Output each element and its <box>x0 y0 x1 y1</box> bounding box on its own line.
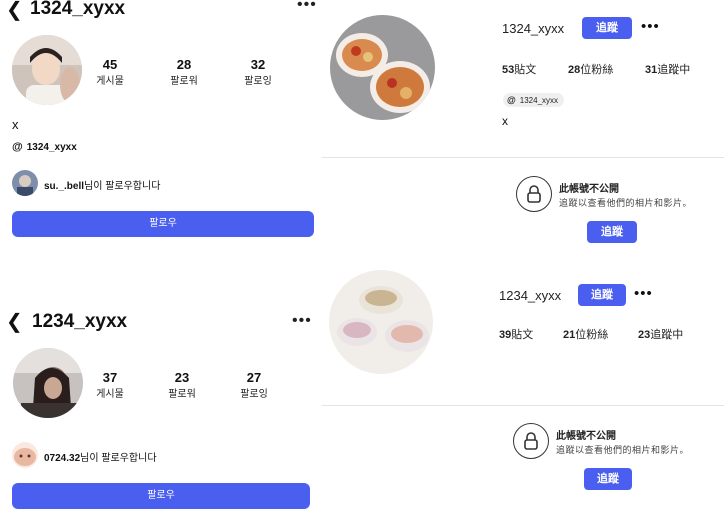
back-chevron-icon[interactable]: ❮ <box>6 0 23 22</box>
more-options-icon[interactable]: ••• <box>641 18 660 35</box>
follow-button[interactable]: 追蹤 <box>582 17 632 39</box>
followed-by-text: 0724.32님이 팔로우합니다 <box>44 449 157 464</box>
lock-icon <box>513 423 549 459</box>
profile-username: 1234_xyxx <box>499 288 562 303</box>
more-options-icon[interactable]: ••• <box>297 0 317 14</box>
stat-followers[interactable]: 28位粉絲 <box>568 61 613 77</box>
follower-avatar <box>12 170 38 196</box>
followers-count: 21 <box>563 329 576 341</box>
profile-avatar[interactable] <box>330 15 435 120</box>
following-label: 追蹤中 <box>657 64 691 76</box>
followers-count: 28 <box>568 64 581 76</box>
private-subtitle: 追蹤以查看他們的相片和影片。 <box>556 445 690 455</box>
stat-followers-label[interactable]: 팔로워 <box>152 385 212 400</box>
posts-label: 貼文 <box>511 329 534 341</box>
section-divider <box>322 405 724 406</box>
profile-avatar[interactable] <box>13 348 83 418</box>
stat-followers-count[interactable]: 28 <box>154 57 214 72</box>
profile-username: 1324_xyxx <box>502 21 565 36</box>
followers-label: 位粉絲 <box>580 64 614 76</box>
followed-by-suffix: 님이 팔로우합니다 <box>84 181 161 192</box>
profile-bio: x <box>12 117 19 132</box>
posts-count: 39 <box>499 329 512 341</box>
posts-label: 貼文 <box>514 64 537 76</box>
stat-following-label[interactable]: 팔로잉 <box>224 385 284 400</box>
followed-by-suffix: 님이 팔로우합니다 <box>80 453 157 464</box>
private-subtitle: 追蹤以查看他們的相片和影片。 <box>559 198 693 208</box>
private-title: 此帳號不公開 <box>559 184 619 195</box>
threads-link[interactable]: @ 1324_xyxx <box>503 93 565 107</box>
more-options-icon[interactable]: ••• <box>634 285 653 302</box>
back-chevron-icon[interactable]: ❮ <box>6 309 23 334</box>
private-follow-button[interactable]: 追蹤 <box>587 221 637 243</box>
profile-avatar[interactable] <box>329 270 433 374</box>
profile-avatar[interactable] <box>12 35 82 105</box>
followed-by-name[interactable]: su._.bell <box>44 181 84 192</box>
follow-button[interactable]: 追蹤 <box>578 284 626 306</box>
stat-followers[interactable]: 21位粉絲 <box>563 326 608 342</box>
stat-followers-label[interactable]: 팔로워 <box>154 72 214 87</box>
threads-link[interactable]: @ 1324_xyxx <box>12 141 77 153</box>
follow-button[interactable]: 팔로우 <box>12 483 310 509</box>
follow-button[interactable]: 팔로우 <box>12 211 314 237</box>
stat-following-label[interactable]: 팔로잉 <box>228 72 288 87</box>
private-title: 此帳號不公開 <box>556 431 616 442</box>
following-label: 追蹤中 <box>650 329 684 341</box>
stat-posts-label: 게시물 <box>96 389 124 400</box>
profile-username: 1324_xyxx <box>30 0 126 19</box>
more-options-icon[interactable]: ••• <box>292 312 312 330</box>
following-count: 23 <box>638 329 651 341</box>
following-count: 31 <box>645 64 658 76</box>
stat-posts-label: 게시물 <box>96 76 124 87</box>
threads-handle: 1324_xyxx <box>519 95 559 105</box>
profile-username: 1234_xyxx <box>32 311 128 332</box>
stat-following[interactable]: 31追蹤中 <box>645 61 690 77</box>
posts-count: 53 <box>502 64 515 76</box>
stat-posts-count: 37 <box>102 370 118 385</box>
stat-following[interactable]: 23追蹤中 <box>638 326 683 342</box>
lock-icon <box>516 176 552 212</box>
stat-posts: 53貼文 <box>502 61 536 77</box>
private-follow-button[interactable]: 追蹤 <box>584 468 632 490</box>
stat-followers-count[interactable]: 23 <box>152 370 212 385</box>
threads-handle: 1324_xyxx <box>26 141 77 153</box>
followed-by-name[interactable]: 0724.32 <box>44 453 80 464</box>
profile-bio: x <box>502 114 508 128</box>
threads-icon: @ <box>12 141 23 153</box>
section-divider <box>322 157 724 158</box>
followed-by-text: su._.bell님이 팔로우합니다 <box>44 177 160 192</box>
threads-icon: @ <box>507 95 516 105</box>
stat-following-count[interactable]: 32 <box>228 57 288 72</box>
stat-following-count[interactable]: 27 <box>224 370 284 385</box>
stat-posts-count: 45 <box>102 57 118 72</box>
follower-avatar <box>12 442 38 468</box>
stat-posts: 39貼文 <box>499 326 533 342</box>
followers-label: 位粉絲 <box>575 329 609 341</box>
